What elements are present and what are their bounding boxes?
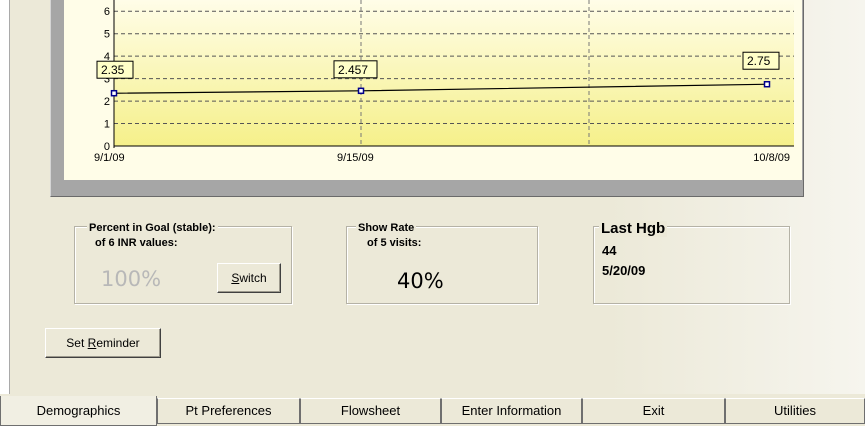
last-hgb-group: Last Hgb 44 5/20/09 bbox=[593, 221, 790, 304]
plot-background bbox=[114, 0, 794, 146]
percent-in-goal-value: 100% bbox=[101, 267, 162, 291]
switch-label: witch bbox=[239, 271, 267, 285]
inr-chart-frame: 0 1 2 3 4 5 6 9/1/09 9/15/09 10/8/09 2.35 2.457 2.7… bbox=[50, 0, 804, 197]
tab-label: Exit bbox=[642, 403, 665, 418]
data-label: 2.457 bbox=[338, 63, 368, 77]
tab-enter-information[interactable]: Enter Information bbox=[441, 398, 582, 424]
percent-in-goal-group: Percent in Goal (stable): of 6 INR value… bbox=[74, 222, 292, 304]
set-reminder-button[interactable]: Set Reminder bbox=[45, 328, 161, 358]
percent-in-goal-title: Percent in Goal (stable): bbox=[87, 222, 218, 234]
set-reminder-prefix: Set bbox=[66, 336, 88, 350]
tab-exit[interactable]: Exit bbox=[582, 398, 725, 424]
percent-in-goal-subtitle: of 6 INR values: bbox=[95, 237, 178, 249]
tab-label: Flowsheet bbox=[340, 403, 401, 418]
window-left-edge bbox=[0, 0, 10, 394]
last-hgb-title: Last Hgb bbox=[599, 220, 668, 237]
last-hgb-date: 5/20/09 bbox=[602, 263, 646, 278]
show-rate-group: Show Rate of 5 visits: 40% bbox=[346, 222, 538, 304]
show-rate-subtitle: of 5 visits: bbox=[367, 237, 422, 249]
data-point-marker bbox=[110, 89, 118, 97]
y-tick-label: 2 bbox=[104, 96, 110, 108]
data-point-marker bbox=[763, 80, 771, 88]
last-hgb-value: 44 bbox=[602, 243, 617, 258]
tab-demographics[interactable]: Demographics bbox=[0, 396, 157, 426]
tab-bar: Demographics Pt Preferences Flowsheet En… bbox=[0, 396, 865, 426]
set-reminder-rest: eminder bbox=[96, 336, 140, 350]
y-tick-label: 1 bbox=[104, 119, 110, 131]
tab-label: Demographics bbox=[36, 403, 121, 418]
inr-chart: 01234569/1/09 9/15/09 10/8/09 2.35 2.4572.7… bbox=[94, 0, 794, 164]
switch-button[interactable]: Switch bbox=[217, 263, 281, 293]
x-tick-label: 9/1/09 bbox=[94, 152, 125, 164]
show-rate-value: 40% bbox=[397, 269, 444, 293]
tab-label: Enter Information bbox=[461, 403, 562, 418]
show-rate-title: Show Rate bbox=[356, 222, 417, 234]
data-label: 2.75 bbox=[747, 54, 771, 68]
y-tick-label: 6 bbox=[104, 6, 110, 18]
tab-label: Utilities bbox=[774, 403, 816, 418]
x-tick-label: 9/15/09 bbox=[337, 152, 374, 164]
tab-pt-preferences[interactable]: Pt Preferences bbox=[157, 398, 300, 424]
tab-utilities[interactable]: Utilities bbox=[725, 398, 865, 424]
tab-flowsheet[interactable]: Flowsheet bbox=[300, 398, 441, 424]
inr-chart-area: 0 1 2 3 4 5 6 9/1/09 9/15/09 10/8/09 2.35 2.457 2.7… bbox=[64, 0, 802, 180]
y-tick-label: 5 bbox=[104, 29, 110, 41]
data-label: 2.35 bbox=[101, 63, 125, 77]
x-tick-label: 10/8/09 bbox=[753, 152, 790, 164]
data-point-marker bbox=[357, 87, 365, 95]
tab-label: Pt Preferences bbox=[185, 403, 272, 418]
